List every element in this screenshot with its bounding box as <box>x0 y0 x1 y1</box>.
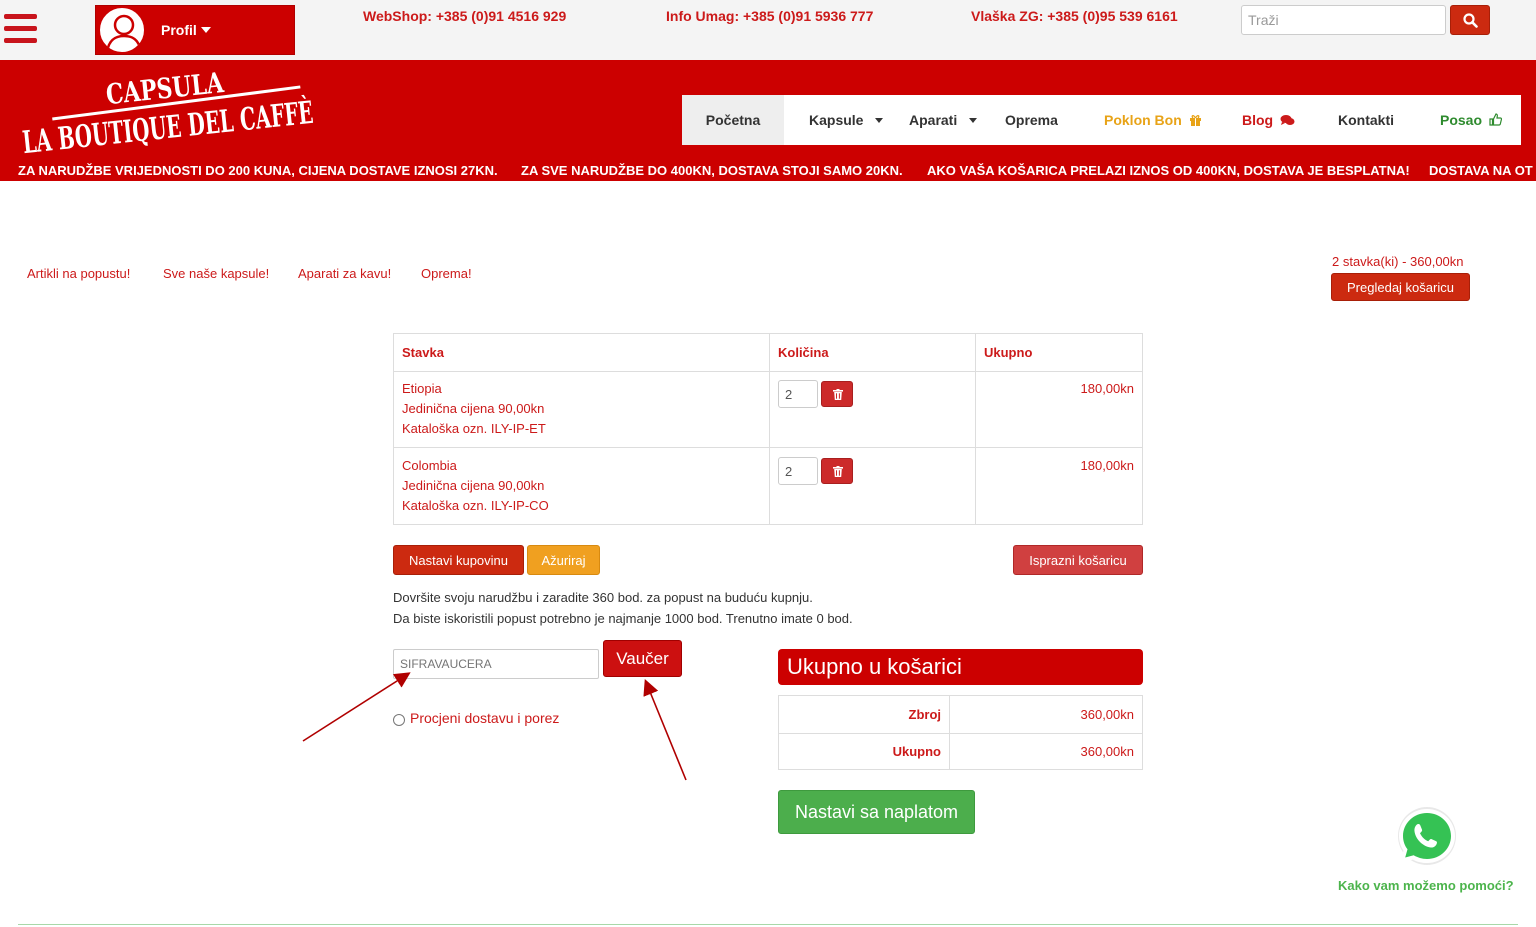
view-cart-button[interactable]: Pregledaj košaricu <box>1331 273 1470 301</box>
subtotal-value: 360,00kn <box>1080 707 1135 722</box>
nav-kapsule[interactable]: Kapsule <box>809 95 884 145</box>
item-name[interactable]: Colombia <box>402 458 457 473</box>
link-aparati-za-kavu[interactable]: Aparati za kavu! <box>298 266 391 281</box>
search-button[interactable] <box>1450 5 1490 35</box>
points-info-earn: Dovršite svoju narudžbu i zaradite 360 b… <box>393 590 813 605</box>
totals-table: Zbroj 360,00kn Ukupno 360,00kn <box>778 695 1143 770</box>
nav-pocetna[interactable]: Početna <box>682 95 784 145</box>
logo[interactable]: CAPSULA LA BOUTIQUE DEL CAFFÈ <box>12 60 322 160</box>
footer-divider <box>18 924 1518 925</box>
quantity-input[interactable] <box>778 457 818 485</box>
gift-icon <box>1189 115 1201 126</box>
user-icon <box>105 14 143 52</box>
remove-item-button[interactable] <box>821 381 853 407</box>
thumbs-up-icon <box>1489 113 1502 126</box>
item-sku: Kataloška ozn. ILY-IP-ET <box>402 421 546 436</box>
nav-posao[interactable]: Posao <box>1440 95 1502 145</box>
link-oprema[interactable]: Oprema! <box>421 266 472 281</box>
nav-aparati[interactable]: Aparati <box>909 95 978 145</box>
contact-umag: Info Umag: +385 (0)91 5936 777 <box>666 8 874 24</box>
remove-item-button[interactable] <box>821 458 853 484</box>
whatsapp-icon <box>1398 807 1456 865</box>
cart-summary-text: 2 stavka(ki) - 360,00kn <box>1332 254 1464 269</box>
item-unit-price: Jedinična cijena 90,00kn <box>402 401 545 416</box>
nav-kontakti[interactable]: Kontakti <box>1338 95 1394 145</box>
whatsapp-help-text[interactable]: Kako vam možemo pomoći? <box>1338 878 1514 893</box>
totals-title: Ukupno u košarici <box>778 649 1143 685</box>
contact-webshop: WebShop: +385 (0)91 4516 929 <box>363 8 567 24</box>
ticker-item: ZA SVE NARUDŽBE DO 400KN, DOSTAVA STOJI … <box>521 163 903 178</box>
link-sve-kapsule[interactable]: Sve naše kapsule! <box>163 266 269 281</box>
item-name[interactable]: Etiopia <box>402 381 442 396</box>
continue-shopping-button[interactable]: Nastavi kupovinu <box>393 545 524 575</box>
contact-vlaska: Vlaška ZG: +385 (0)95 539 6161 <box>971 8 1178 24</box>
item-sku: Kataloška ozn. ILY-IP-CO <box>402 498 549 513</box>
shipping-estimate-radio[interactable] <box>393 714 405 726</box>
voucher-button[interactable]: Vaučer <box>603 640 682 677</box>
shipping-ticker: ZA NARUDŽBE VRIJEDNOSTI DO 200 KUNA, CIJ… <box>0 160 1536 181</box>
search-input[interactable] <box>1241 5 1446 35</box>
menu-icon[interactable] <box>4 14 37 45</box>
main-nav: Početna Kapsule Aparati Oprema Poklon Bo… <box>682 95 1521 145</box>
points-info-min: Da biste iskoristili popust potrebno je … <box>393 611 853 626</box>
caret-down-icon <box>969 118 978 123</box>
row-total: 180,00kn <box>1080 458 1135 473</box>
checkout-button[interactable]: Nastavi sa naplatom <box>778 790 975 834</box>
caret-down-icon <box>875 118 884 123</box>
voucher-input[interactable] <box>393 649 599 679</box>
nav-oprema[interactable]: Oprema <box>1005 95 1058 145</box>
shipping-estimate-label[interactable]: Procjeni dostavu i porez <box>410 710 559 726</box>
ticker-item: DOSTAVA NA OT <box>1429 163 1533 178</box>
ticker-item: AKO VAŠA KOŠARICA PRELAZI IZNOS OD 400KN… <box>927 163 1410 178</box>
ticker-item: ZA NARUDŽBE VRIJEDNOSTI DO 200 KUNA, CIJ… <box>18 163 498 178</box>
top-bar: Profil WebShop: +385 (0)91 4516 929 Info… <box>0 0 1536 60</box>
nav-poklon-bon[interactable]: Poklon Bon <box>1104 95 1202 145</box>
whatsapp-button[interactable] <box>1392 803 1462 873</box>
empty-cart-button[interactable]: Isprazni košaricu <box>1013 545 1143 575</box>
trash-icon <box>833 466 843 477</box>
grand-total-label: Ukupno <box>892 744 941 759</box>
cart-table: Stavka Količina Ukupno Etiopia Jedinična… <box>393 333 1143 525</box>
row-total: 180,00kn <box>1080 381 1135 396</box>
link-artikli-na-popustu[interactable]: Artikli na popustu! <box>27 266 130 281</box>
subtotal-label: Zbroj <box>908 707 942 722</box>
profile-button[interactable]: Profil <box>95 5 295 55</box>
nav-blog[interactable]: Blog <box>1242 95 1295 145</box>
update-cart-button[interactable]: Ažuriraj <box>527 545 600 575</box>
search-icon <box>1463 13 1478 28</box>
item-unit-price: Jedinična cijena 90,00kn <box>402 478 545 493</box>
avatar <box>98 6 146 54</box>
site-header: CAPSULA LA BOUTIQUE DEL CAFFÈ Početna Ka… <box>0 60 1536 181</box>
quantity-input[interactable] <box>778 380 818 408</box>
header-stavka: Stavka <box>402 345 444 360</box>
header-ukupno: Ukupno <box>984 345 1033 360</box>
caret-down-icon <box>200 27 211 33</box>
grand-total-value: 360,00kn <box>1080 744 1135 759</box>
profile-label: Profil <box>161 22 211 38</box>
trash-icon <box>833 389 843 400</box>
comments-icon <box>1280 115 1295 125</box>
header-kolicina: Količina <box>778 345 829 360</box>
